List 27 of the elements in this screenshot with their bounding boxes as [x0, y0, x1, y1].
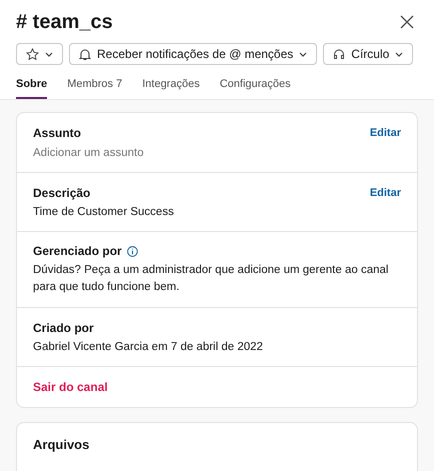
section-title: Assunto: [33, 125, 81, 142]
edit-link[interactable]: Editar: [370, 125, 401, 142]
notifications-dropdown[interactable]: Receber notificações de @ menções: [69, 43, 318, 65]
caret-icon: [45, 52, 53, 56]
section-value: Gabriel Vicente Garcia em 7 de abril de 2022: [33, 340, 264, 355]
caret-icon: [299, 52, 308, 56]
tab[interactable]: Configurações: [220, 77, 291, 99]
section-title: Criado por: [33, 320, 94, 336]
channel-title: # team_cs: [16, 10, 113, 34]
section-title: Gerenciado por: [33, 243, 122, 259]
section-value: Time de Customer Success: [33, 205, 175, 220]
section-value: Adicionar um assunto: [33, 146, 145, 160]
huddle-dropdown[interactable]: Círculo: [323, 43, 414, 65]
caret-icon: [395, 52, 404, 56]
leave-channel-link[interactable]: Sair do canal: [33, 379, 108, 395]
section-title: Arquivos: [33, 436, 90, 454]
edit-link[interactable]: Editar: [370, 184, 401, 201]
section-title: Descrição: [33, 184, 90, 201]
close-icon[interactable]: [400, 15, 414, 29]
section-value: Dúvidas? Peça a um administrador que adicione um gerente ao canal para que tudo funcione bem.: [33, 263, 390, 295]
headphones-icon: [333, 48, 346, 60]
tab[interactable]: Membros 7: [67, 77, 122, 99]
tab[interactable]: Integrações: [142, 77, 200, 99]
info-icon[interactable]: [126, 246, 138, 256]
star-icon: [26, 48, 39, 60]
star-dropdown-button[interactable]: [16, 43, 63, 65]
bell-icon: [79, 48, 91, 60]
